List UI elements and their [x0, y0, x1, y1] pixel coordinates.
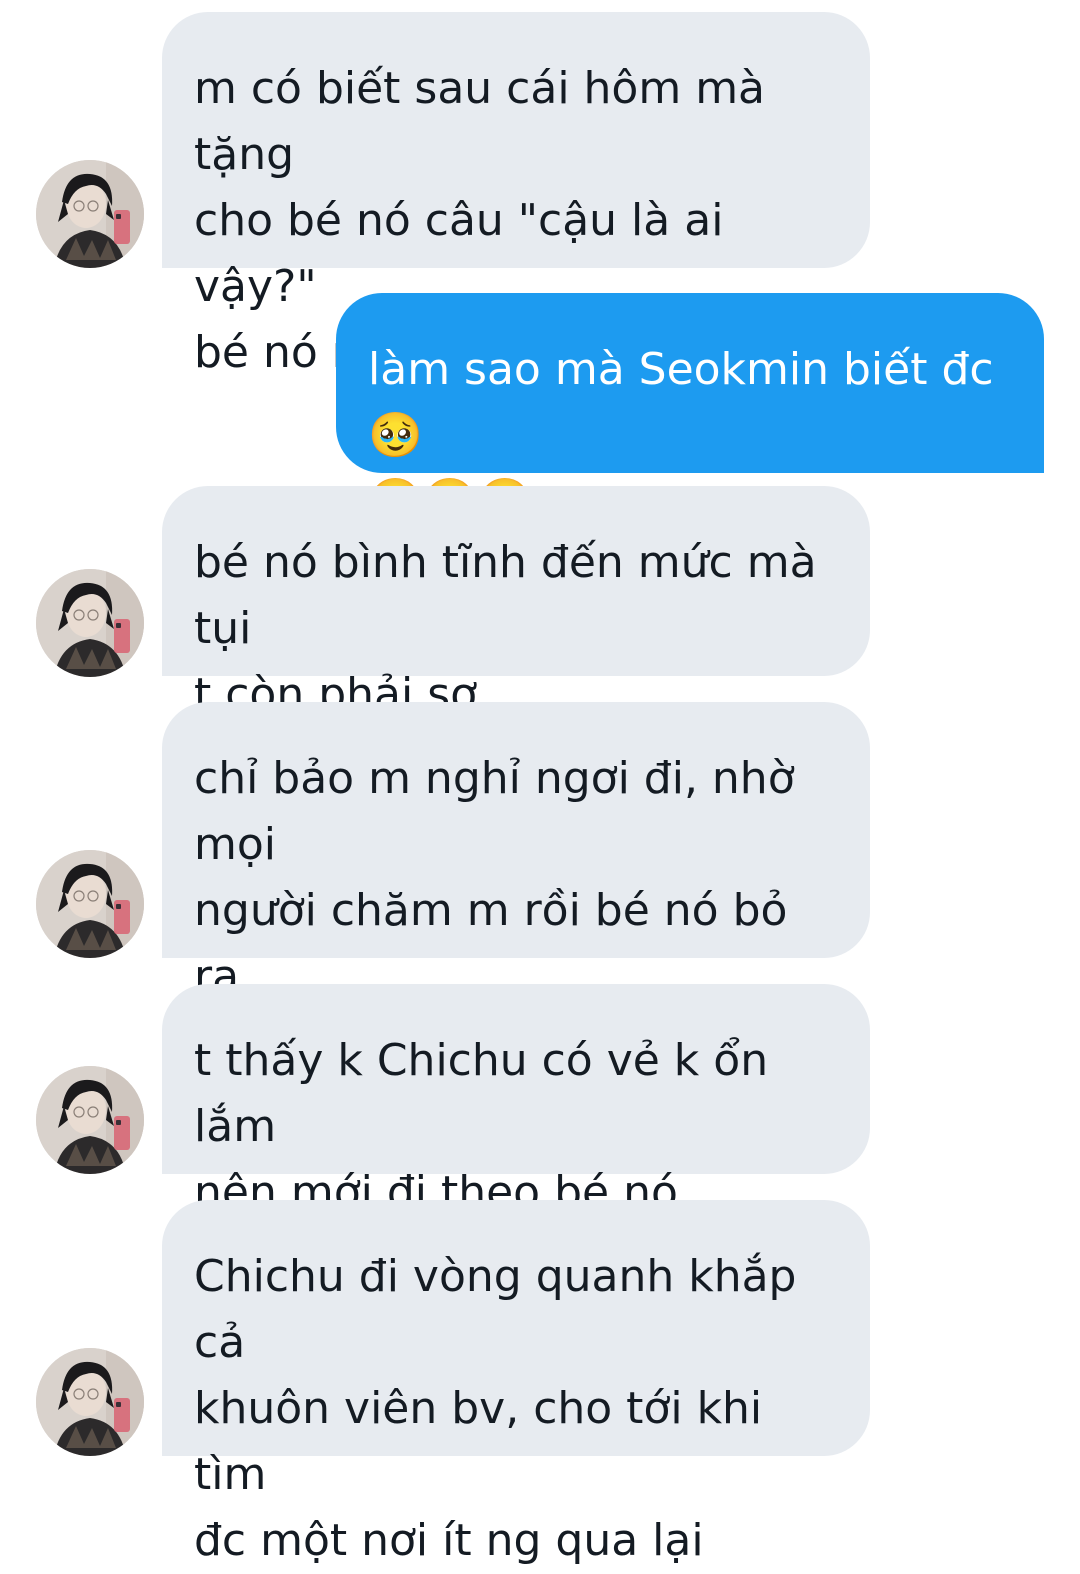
avatar-photo-icon: [36, 850, 144, 958]
message-bubble-incoming[interactable]: m có biết sau cái hôm mà tặng cho bé nó …: [162, 12, 870, 378]
avatar-photo-icon: [36, 1066, 144, 1174]
avatar[interactable]: [36, 569, 144, 677]
avatar-photo-icon: [36, 1348, 144, 1456]
avatar-photo-icon: [36, 160, 144, 268]
avatar[interactable]: [36, 1066, 144, 1174]
avatar[interactable]: [36, 850, 144, 958]
message-bubble-incoming[interactable]: t thấy k Chichu có vẻ k ổn lắm nên mới đ…: [162, 984, 870, 1218]
avatar[interactable]: [36, 160, 144, 268]
message-bubble-incoming[interactable]: bé nó bình tĩnh đến mức mà tụi t còn phả…: [162, 486, 870, 720]
avatar-photo-icon: [36, 569, 144, 677]
message-bubble-incoming[interactable]: chỉ bảo m nghỉ ngơi đi, nhờ mọi người ch…: [162, 702, 870, 1068]
message-bubble-incoming[interactable]: Chichu đi vòng quanh khắp cả khuôn viên …: [162, 1200, 870, 1566]
avatar[interactable]: [36, 1348, 144, 1456]
message-bubble-outgoing[interactable]: làm sao mà Seokmin biết đc 🥹 🥹🥹🥹: [336, 293, 1044, 527]
